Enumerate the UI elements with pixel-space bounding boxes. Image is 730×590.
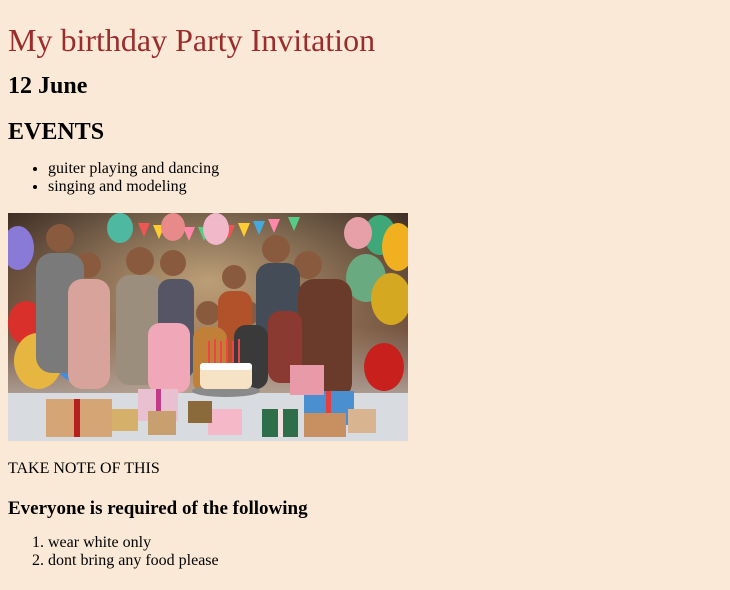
requirements-heading: Everyone is required of the following [8, 498, 308, 519]
page: My birthday Party Invitation 12 June EVE… [0, 0, 730, 590]
party-photo [8, 213, 408, 441]
list-item: dont bring any food please [48, 552, 730, 570]
list-item: singing and modeling [48, 178, 730, 196]
events-heading: EVENTS [8, 119, 105, 145]
list-item: wear white only [48, 534, 730, 552]
events-list: guiter playing and dancing singing and m… [8, 160, 730, 196]
list-item: guiter playing and dancing [48, 160, 730, 178]
requirements-list: wear white only dont bring any food plea… [8, 534, 730, 570]
page-title: My birthday Party Invitation [8, 22, 376, 58]
note-text: TAKE NOTE OF THIS [8, 460, 160, 477]
party-date: 12 June [8, 73, 88, 99]
